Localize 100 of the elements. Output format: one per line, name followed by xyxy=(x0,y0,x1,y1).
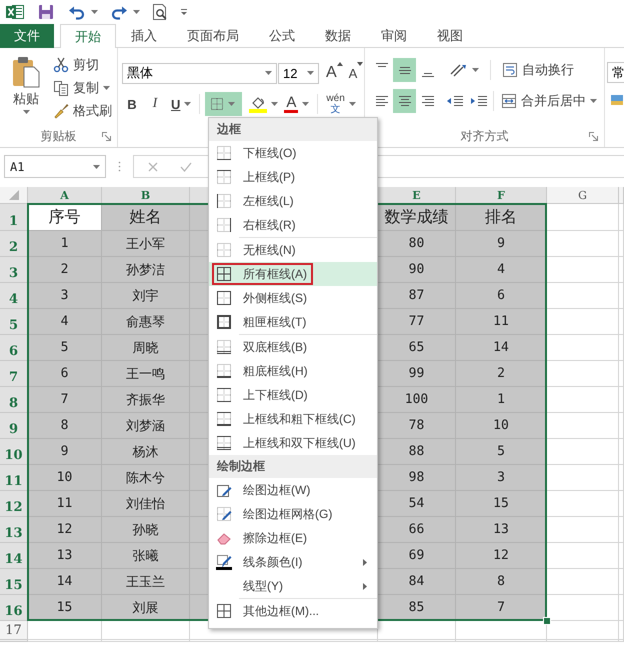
format-painter-button[interactable]: 格式刷 xyxy=(50,100,115,122)
row-header[interactable]: 2 xyxy=(0,231,28,257)
menu-item[interactable]: 线型(Y) xyxy=(209,574,377,598)
menu-item[interactable]: 左框线(L) xyxy=(209,189,377,213)
number-format-field[interactable]: 常 xyxy=(607,62,624,83)
print-preview-icon[interactable] xyxy=(152,3,168,21)
ribbon-tab[interactable]: 视图 xyxy=(422,24,478,47)
right-border-icon xyxy=(216,217,232,233)
merge-center-button[interactable]: 合并后居中 xyxy=(498,90,600,112)
currency-icon[interactable] xyxy=(611,92,623,106)
row-header[interactable]: 3 xyxy=(0,257,28,283)
table-cell: 13 xyxy=(456,517,547,543)
name-box[interactable]: A1 xyxy=(4,155,106,178)
corner-triangle-icon xyxy=(8,190,18,200)
grow-font-button[interactable]: A xyxy=(323,62,346,84)
fill-handle[interactable] xyxy=(543,617,551,625)
shrink-font-button[interactable]: A xyxy=(346,62,366,84)
menu-section-header: 边框 xyxy=(209,118,377,141)
menu-item[interactable]: 外侧框线(S) xyxy=(209,286,377,310)
top-thick-bottom-border-icon xyxy=(216,411,232,427)
middle-align-button[interactable] xyxy=(393,58,416,82)
paste-button[interactable]: 粘贴 xyxy=(6,56,46,125)
menu-item[interactable]: 上框线(P) xyxy=(209,165,377,189)
ribbon-tab[interactable]: 插入 xyxy=(116,24,172,47)
menu-item[interactable]: 右框线(R) xyxy=(209,213,377,237)
wrap-text-button[interactable]: 自动换行 xyxy=(499,59,577,81)
table-cell xyxy=(547,361,619,387)
cut-button[interactable]: 剪切 xyxy=(50,54,115,76)
ribbon-tab[interactable]: 开始 xyxy=(60,24,116,48)
column-header[interactable]: F xyxy=(456,187,547,204)
menu-item[interactable]: 上框线和双下框线(U) xyxy=(209,431,377,455)
phonetic-button[interactable]: wén 文 xyxy=(323,93,359,115)
menu-item[interactable]: 上下框线(D) xyxy=(209,383,377,407)
font-size-field[interactable]: 12 xyxy=(278,62,319,84)
table-cell: 12 xyxy=(28,517,102,543)
submenu-arrow-icon xyxy=(363,558,367,566)
row-header[interactable]: 7 xyxy=(0,361,28,387)
column-header[interactable]: G xyxy=(547,187,619,204)
customize-icon[interactable] xyxy=(180,8,188,16)
row-header[interactable]: 15 xyxy=(0,569,28,595)
caret-icon[interactable] xyxy=(133,10,140,14)
menu-item[interactable]: 所有框线(A) xyxy=(209,262,377,286)
table-cell: 15 xyxy=(456,491,547,517)
menu-item[interactable]: 线条颜色(I) xyxy=(209,550,377,574)
row-header[interactable]: 9 xyxy=(0,413,28,439)
menu-item[interactable]: 上框线和粗下框线(C) xyxy=(209,407,377,431)
ribbon-tab[interactable]: 公式 xyxy=(254,24,310,47)
column-header[interactable]: A xyxy=(28,187,102,204)
row-header[interactable]: 8 xyxy=(0,387,28,413)
center-align-button[interactable] xyxy=(393,89,416,113)
row-header[interactable]: 10 xyxy=(0,439,28,465)
menu-item[interactable]: 无框线(N) xyxy=(209,238,377,262)
row-header[interactable]: 6 xyxy=(0,335,28,361)
file-tab[interactable]: 文件 xyxy=(0,24,54,48)
dialog-launcher-icon[interactable] xyxy=(102,132,111,140)
table-cell: 6 xyxy=(28,361,102,387)
ribbon-tab[interactable]: 数据 xyxy=(310,24,366,47)
menu-item[interactable]: 擦除边框(E) xyxy=(209,526,377,550)
outside-borders-icon xyxy=(216,290,232,306)
menu-item[interactable]: 粗底框线(H) xyxy=(209,359,377,383)
menu-item[interactable]: 绘图边框(W) xyxy=(209,478,377,502)
menu-item[interactable]: 下框线(O) xyxy=(209,141,377,165)
row-header[interactable]: 14 xyxy=(0,543,28,569)
row-header[interactable]: 13 xyxy=(0,517,28,543)
dialog-launcher-icon[interactable] xyxy=(589,132,598,140)
menu-item[interactable]: 双底框线(B) xyxy=(209,335,377,359)
table-cell: 4 xyxy=(28,309,102,335)
row-header[interactable]: 4 xyxy=(0,283,28,309)
ribbon-tab[interactable]: 审阅 xyxy=(366,24,422,47)
menu-item[interactable]: 绘图边框网格(G) xyxy=(209,502,377,526)
font-color-button[interactable]: A xyxy=(281,93,312,115)
column-header[interactable]: E xyxy=(378,187,456,204)
table-cell: 孙梦洁 xyxy=(102,257,190,283)
borders-button[interactable] xyxy=(205,92,242,116)
menu-item[interactable]: 其他边框(M)... xyxy=(209,599,377,623)
redo-icon[interactable] xyxy=(110,4,128,20)
italic-button[interactable]: I xyxy=(145,93,165,115)
row-header[interactable]: 1 xyxy=(0,204,28,231)
row-header[interactable]: 5 xyxy=(0,309,28,335)
caret-icon[interactable] xyxy=(91,10,98,14)
table-cell: 王玉兰 xyxy=(102,569,190,595)
table-cell xyxy=(547,569,619,595)
column-header[interactable]: B xyxy=(102,187,190,204)
undo-icon[interactable] xyxy=(68,4,86,20)
row-header[interactable]: 16 xyxy=(0,595,28,621)
bold-button[interactable]: B xyxy=(122,93,142,115)
row-header[interactable]: 12 xyxy=(0,491,28,517)
ribbon-tab[interactable]: 页面布局 xyxy=(172,24,254,47)
underline-button[interactable]: U xyxy=(168,93,194,115)
row-header[interactable]: 17 xyxy=(0,621,28,640)
table-cell xyxy=(547,309,619,335)
pencil-color-icon xyxy=(216,554,232,570)
spreadsheet-logo-icon xyxy=(6,4,24,20)
menu-item[interactable]: 粗匣框线(T) xyxy=(209,310,377,334)
font-name-field[interactable]: 黑体 xyxy=(122,62,277,84)
grip-dots-icon xyxy=(118,161,121,172)
copy-button[interactable]: 复制 xyxy=(50,77,115,99)
save-icon[interactable] xyxy=(38,4,54,20)
group-label: 剪贴板 xyxy=(40,128,76,144)
row-header[interactable]: 11 xyxy=(0,465,28,491)
